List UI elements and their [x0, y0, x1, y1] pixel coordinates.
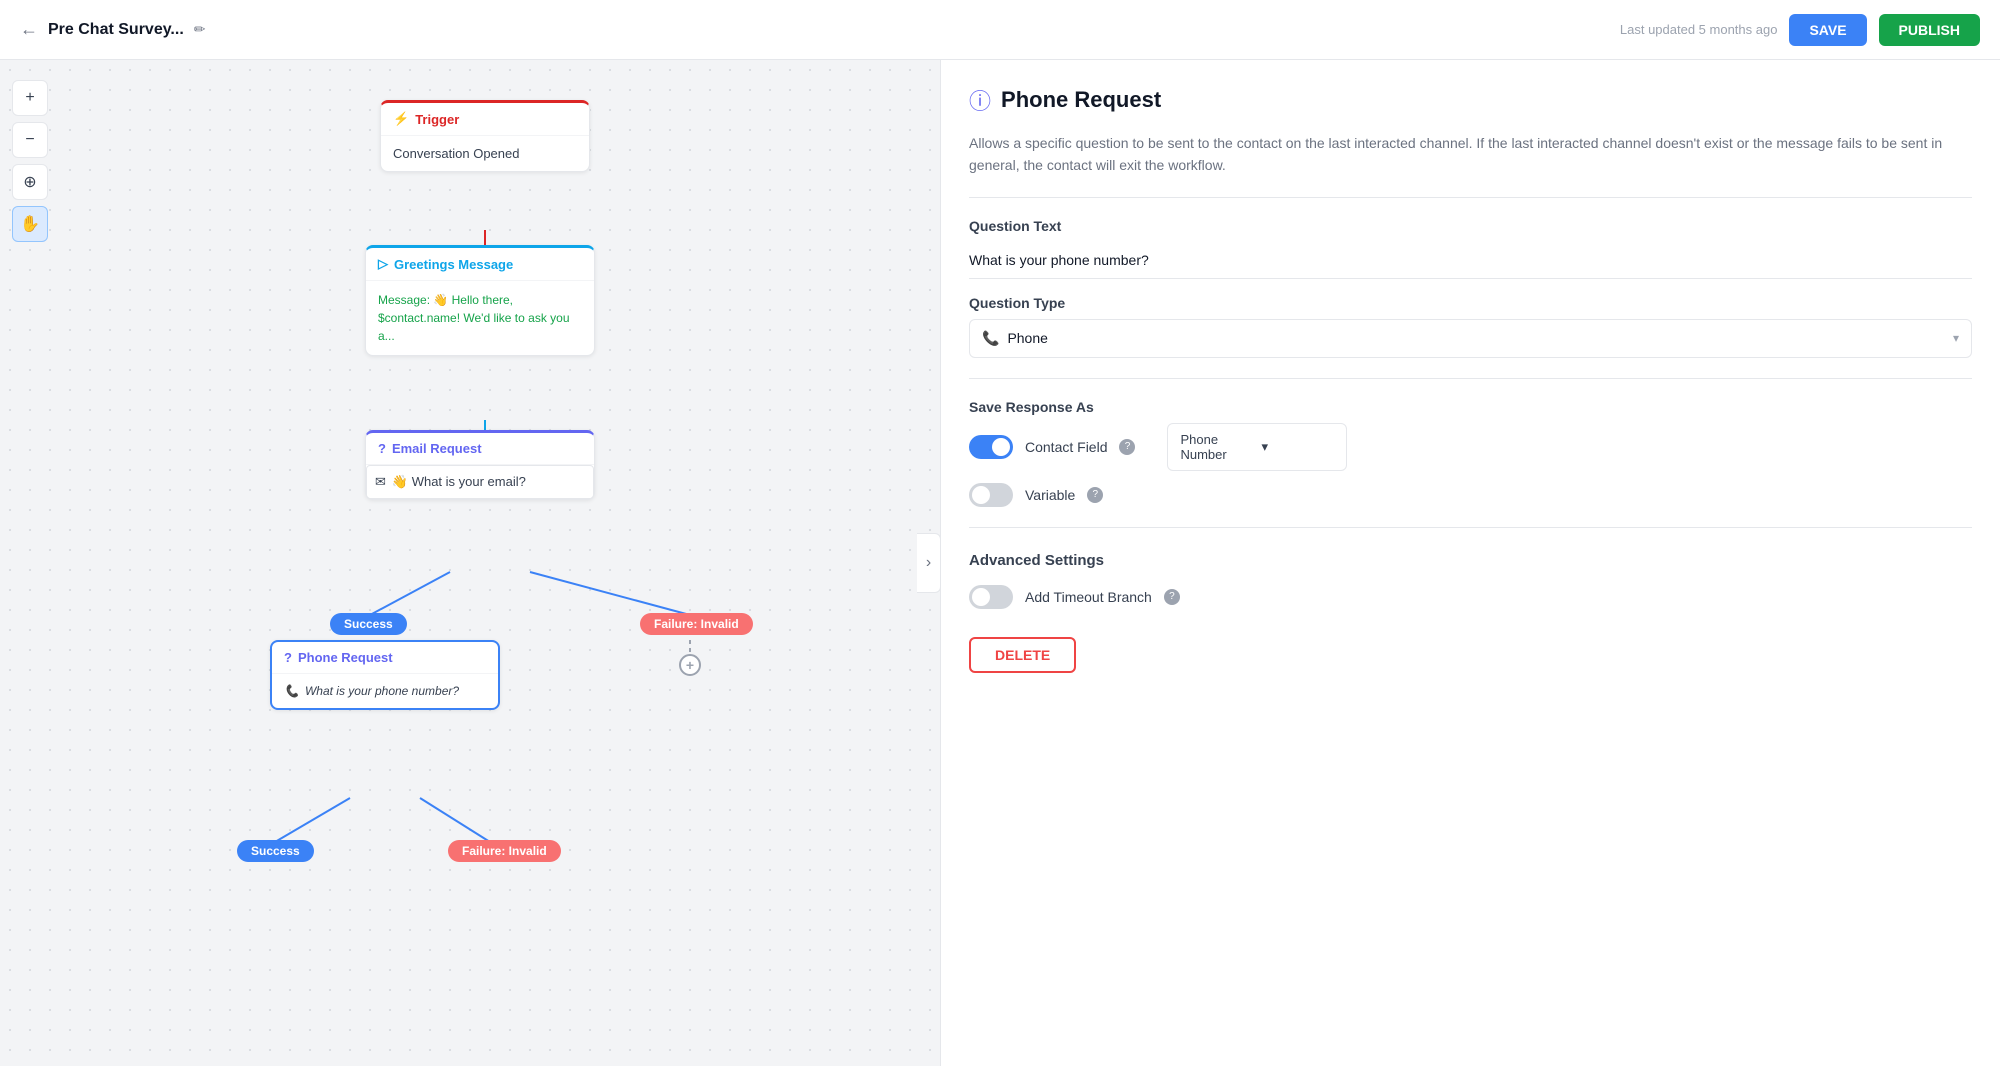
phone-icon-node: 📞 [284, 684, 299, 698]
right-panel: ⓘ Phone Request Allows a specific questi… [940, 60, 2000, 1066]
save-response-label: Save Response As [969, 399, 1972, 415]
question-type-select[interactable]: 📞 Phone ▾ [969, 319, 1972, 358]
contact-field-slider [969, 435, 1013, 459]
timeout-slider [969, 585, 1013, 609]
phone-node-body: 📞 What is your phone number? [272, 674, 498, 708]
panel-title: Phone Request [1001, 87, 1161, 113]
variable-help-icon[interactable]: ? [1087, 487, 1103, 503]
fit-view-button[interactable]: ⊕ [12, 164, 48, 200]
publish-button[interactable]: PUBLISH [1879, 14, 1980, 46]
variable-label: Variable [1025, 487, 1075, 503]
email-node-body: ✉ 👋 What is your email? [366, 465, 594, 499]
contact-field-label: Contact Field [1025, 439, 1107, 455]
contact-field-row: Contact Field ? Phone Number ▾ [969, 423, 1972, 471]
timeout-branch-row: Add Timeout Branch ? [969, 585, 1972, 609]
greetings-node[interactable]: ▷ Greetings Message Message: 👋 Hello the… [365, 245, 595, 356]
email-icon: ✉ [375, 474, 386, 490]
zoom-out-button[interactable]: − [12, 122, 48, 158]
greetings-node-body: Message: 👋 Hello there, $contact.name! W… [366, 281, 594, 355]
phone-request-node[interactable]: ? Phone Request 📞 What is your phone num… [270, 640, 500, 710]
question-type-chevron: ▾ [1953, 331, 1959, 345]
hand-tool-button[interactable]: ✋ [12, 206, 48, 242]
divider-3 [969, 527, 1972, 528]
divider-1 [969, 197, 1972, 198]
timeout-label: Add Timeout Branch [1025, 589, 1152, 605]
failure-badge-2[interactable]: Failure: Invalid [448, 840, 561, 862]
panel-question-icon: ⓘ [969, 84, 991, 116]
header-right: Last updated 5 months ago SAVE PUBLISH [1620, 14, 1980, 46]
timeout-toggle[interactable] [969, 585, 1013, 609]
question-icon-phone: ? [284, 650, 292, 665]
zoom-in-button[interactable]: + [12, 80, 48, 116]
timeout-help-icon[interactable]: ? [1164, 589, 1180, 605]
greetings-node-header: ▷ Greetings Message [366, 248, 594, 281]
failure-badge-1[interactable]: Failure: Invalid [640, 613, 753, 635]
canvas-area: › + − ⊕ ✋ ⚡ Trigger C [0, 60, 940, 1066]
question-text-value: What is your phone number? [969, 242, 1972, 279]
success-badge-2[interactable]: Success [237, 840, 314, 862]
trigger-node-body: Conversation Opened [381, 136, 589, 171]
last-updated-text: Last updated 5 months ago [1620, 22, 1778, 37]
divider-2 [969, 378, 1972, 379]
trigger-node[interactable]: ⚡ Trigger Conversation Opened [380, 100, 590, 172]
send-icon: ▷ [378, 256, 388, 272]
contact-field-help-icon[interactable]: ? [1119, 439, 1135, 455]
add-node-button-4[interactable]: + [679, 654, 701, 676]
back-button[interactable]: ← [20, 19, 38, 40]
question-text-label: Question Text [969, 218, 1972, 234]
header: ← Pre Chat Survey... ✏ Last updated 5 mo… [0, 0, 2000, 60]
question-type-value: 📞 Phone [982, 330, 1953, 347]
save-button[interactable]: SAVE [1789, 14, 1866, 46]
phone-icon-select: 📞 [982, 330, 999, 347]
phone-number-chevron: ▾ [1261, 439, 1334, 455]
variable-slider [969, 483, 1013, 507]
page-title: Pre Chat Survey... [48, 21, 184, 39]
delete-button[interactable]: DELETE [969, 637, 1076, 673]
phone-node-header: ? Phone Request [272, 642, 498, 674]
panel-title-row: ⓘ Phone Request [969, 84, 1972, 116]
phone-number-value: Phone Number [1180, 432, 1253, 462]
edit-icon[interactable]: ✏ [194, 21, 206, 38]
contact-field-toggle[interactable] [969, 435, 1013, 459]
email-node-header: ? Email Request [366, 433, 594, 465]
save-response-section: Contact Field ? Phone Number ▾ Variable … [969, 423, 1972, 507]
panel-description: Allows a specific question to be sent to… [969, 132, 1972, 177]
question-icon-email: ? [378, 441, 386, 456]
variable-toggle[interactable] [969, 483, 1013, 507]
header-left: ← Pre Chat Survey... ✏ [20, 19, 206, 40]
advanced-settings-title: Advanced Settings [969, 552, 1972, 569]
panel-collapse-button[interactable]: › [917, 533, 940, 593]
success-badge-1[interactable]: Success [330, 613, 407, 635]
variable-row: Variable ? [969, 483, 1972, 507]
bolt-icon: ⚡ [393, 111, 409, 127]
trigger-node-header: ⚡ Trigger [381, 103, 589, 136]
sidebar-tools: + − ⊕ ✋ [12, 80, 48, 242]
email-request-node[interactable]: ? Email Request ✉ 👋 What is your email? [365, 430, 595, 500]
advanced-settings-section: Advanced Settings Add Timeout Branch ? D… [969, 552, 1972, 673]
question-type-label: Question Type [969, 295, 1972, 311]
flow-lines [0, 60, 940, 1066]
phone-number-select[interactable]: Phone Number ▾ [1167, 423, 1347, 471]
